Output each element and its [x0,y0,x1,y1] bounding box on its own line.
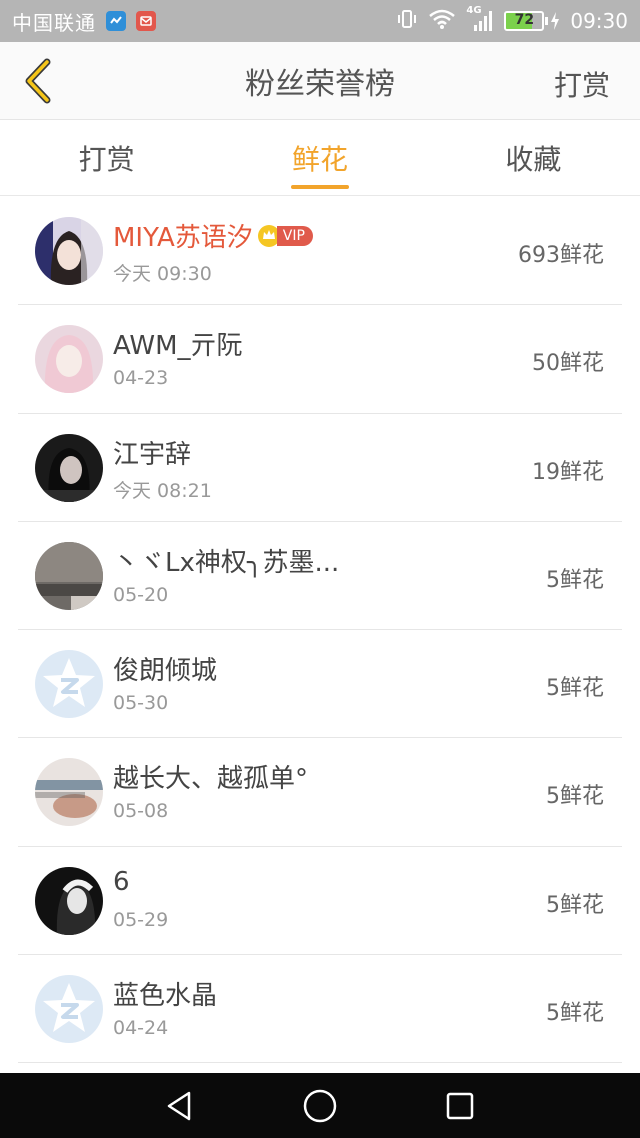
name-line: 越长大、越孤单° [113,758,308,795]
list-item[interactable]: 丶ヾLx神权╮苏墨... 05-20 5鲜花 [18,522,622,631]
fan-name: 6 [113,866,130,897]
gift-date: 05-29 [113,908,169,931]
notification-mail-icon [136,11,156,31]
list-item[interactable]: 越长大、越孤单° 05-08 5鲜花 [18,738,622,847]
fan-ranking-list: MIYA苏语汐 VIP 今天 09:30 693鲜花 AWM_亓阮 04-23 50鲜花江宇… [0,197,640,1064]
nav-home-button[interactable] [300,1086,340,1126]
fan-name: 蓝色水晶 [113,981,218,1012]
name-line: 6 [113,867,130,897]
carrier-name: 中国联通 [12,10,96,35]
system-nav-bar [0,1073,640,1138]
fan-name: AWM_亓阮 [113,331,243,362]
charging-icon [551,12,560,30]
avatar[interactable] [35,975,103,1044]
flower-count: 50鲜花 [532,351,604,377]
avatar[interactable] [35,758,103,827]
flower-count: 5鲜花 [546,784,604,810]
gift-date: 05-08 [113,800,169,823]
notification-app-icon [106,11,126,31]
avatar[interactable] [35,325,103,394]
gift-date: 今天 09:30 [113,263,212,285]
name-line: 俊朗倾城 [113,650,217,687]
header-bar: 粉丝荣誉榜 打赏 [0,42,640,120]
fan-name: MIYA苏语汐 [113,223,253,253]
list-item[interactable]: AWM_亓阮 04-23 50鲜花 [18,305,622,414]
triangle-back-icon [167,1091,191,1120]
list-item[interactable]: 蓝色水晶 04-24 5鲜花 [18,955,622,1064]
vip-badge: VIP [276,225,313,246]
vibrate-icon [396,8,418,35]
battery-icon: 72 [504,11,560,31]
gift-date: 05-20 [113,583,169,606]
page-title: 粉丝荣誉榜 [245,66,395,102]
name-line: 蓝色水晶 [113,975,217,1012]
avatar[interactable] [35,866,103,935]
flower-count: 19鲜花 [532,459,604,485]
flower-count: 5鲜花 [546,676,604,702]
nav-back-button[interactable] [160,1086,200,1126]
fan-name: 丶ヾLx神权╮苏墨... [113,547,340,578]
avatar[interactable] [35,433,103,502]
name-line: 丶ヾLx神权╮苏墨... [113,542,339,579]
avatar[interactable] [35,650,103,719]
gift-date: 04-24 [113,1017,169,1040]
network-type-label: 4G [466,5,482,16]
tab-reward[interactable]: 打赏 [0,121,213,195]
chevron-left-icon [25,58,51,104]
cell-signal-icon: 4G [466,5,494,33]
tab-favorites[interactable]: 收藏 [427,121,640,195]
battery-level: 72 [514,12,535,28]
fan-name: 越长大、越孤单° [113,764,309,795]
list-item[interactable]: 6 05-29 5鲜花 [18,847,622,956]
tab-flowers[interactable]: 鲜花 [213,121,426,195]
clock: 09:30 [570,9,628,33]
avatar[interactable] [35,217,103,285]
circle-home-icon [303,1089,337,1122]
flower-count: 5鲜花 [546,1001,604,1027]
back-button[interactable] [14,56,64,106]
name-line: 江宇辞 [113,434,191,471]
list-item[interactable]: 俊朗倾城 05-30 5鲜花 [18,630,622,739]
name-line: MIYA苏语汐 VIP [113,217,313,254]
flower-count: 5鲜花 [546,567,604,593]
fan-name: 俊朗倾城 [113,656,218,687]
square-recents-icon [446,1092,474,1119]
name-line: AWM_亓阮 [113,325,243,362]
fan-name: 江宇辞 [113,439,192,470]
list-item[interactable]: 江宇辞今天 08:21 19鲜花 [18,414,622,522]
status-bar: 中国联通 4G 72 09:30 [0,0,640,42]
gift-date: 04-23 [113,367,169,390]
avatar[interactable] [35,541,103,610]
nav-recents-button[interactable] [440,1086,480,1126]
tab-bar: 打赏 鲜花 收藏 [0,121,640,196]
flower-count: 693鲜花 [518,243,604,268]
reward-button[interactable]: 打赏 [554,64,610,104]
list-item[interactable]: MIYA苏语汐 VIP 今天 09:30 693鲜花 [18,197,622,306]
gift-date: 05-30 [113,692,169,715]
wifi-icon [428,8,456,35]
gift-date: 今天 08:21 [113,479,212,502]
flower-count: 5鲜花 [546,892,604,918]
